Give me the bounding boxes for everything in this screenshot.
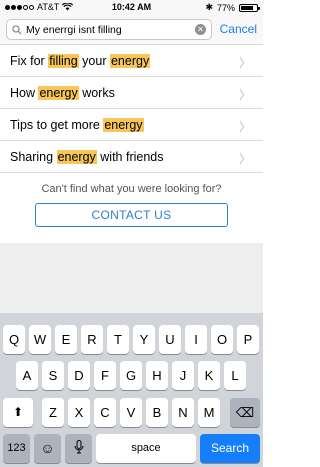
key-g[interactable]: G xyxy=(120,361,142,390)
clear-icon[interactable]: ✕ xyxy=(195,24,206,35)
chevron-right-icon: 〉 xyxy=(238,152,251,166)
shift-key[interactable]: ⬆ xyxy=(3,398,33,427)
highlight: energy xyxy=(38,85,79,100)
list-item[interactable]: How energy works 〉 xyxy=(0,77,263,109)
keyboard: Q W E R T Y U I O P A S D F G H J K L ⬆ … xyxy=(0,313,263,467)
help-prompt: Can't find what you were looking for? xyxy=(41,183,222,195)
numbers-key[interactable]: 123 xyxy=(3,434,30,463)
key-z[interactable]: Z xyxy=(42,398,64,427)
key-o[interactable]: O xyxy=(211,325,233,354)
result-title: How energy works xyxy=(10,85,115,100)
highlight: energy xyxy=(103,117,144,132)
list-item[interactable]: Sharing energy with friends 〉 xyxy=(0,141,263,173)
bluetooth-icon: ✱ xyxy=(205,2,213,12)
key-v[interactable]: V xyxy=(120,398,142,427)
status-bar: AT&T 10:42 AM ✱ 77% xyxy=(0,0,263,14)
key-c[interactable]: C xyxy=(94,398,116,427)
emoji-icon[interactable]: ☺ xyxy=(34,434,61,463)
contact-us-button[interactable]: CONTACT US xyxy=(35,203,228,227)
key-y[interactable]: Y xyxy=(133,325,155,354)
key-q[interactable]: Q xyxy=(3,325,25,354)
key-b[interactable]: B xyxy=(146,398,168,427)
list-item[interactable]: Tips to get more energy 〉 xyxy=(0,109,263,141)
battery-fill xyxy=(241,5,253,10)
mic-glyph xyxy=(74,440,83,454)
results-list: Fix for filling your energy 〉 How energy… xyxy=(0,45,263,173)
highlight: filling xyxy=(48,53,79,68)
highlight: energy xyxy=(56,149,97,164)
chevron-right-icon: 〉 xyxy=(238,88,251,102)
key-s[interactable]: S xyxy=(42,361,64,390)
chevron-right-icon: 〉 xyxy=(238,56,251,70)
cancel-button[interactable]: Cancel xyxy=(220,22,257,36)
microphone-icon[interactable] xyxy=(65,434,92,463)
key-u[interactable]: U xyxy=(159,325,181,354)
key-r[interactable]: R xyxy=(81,325,103,354)
key-m[interactable]: M xyxy=(198,398,220,427)
key-h[interactable]: H xyxy=(146,361,168,390)
key-f[interactable]: F xyxy=(94,361,116,390)
result-title: Sharing energy with friends xyxy=(10,149,164,164)
key-p[interactable]: P xyxy=(237,325,259,354)
key-i[interactable]: I xyxy=(185,325,207,354)
backspace-key[interactable]: ⌫ xyxy=(230,398,260,427)
key-t[interactable]: T xyxy=(107,325,129,354)
key-n[interactable]: N xyxy=(172,398,194,427)
key-a[interactable]: A xyxy=(16,361,38,390)
search-key[interactable]: Search xyxy=(200,434,260,463)
battery-percent: 77% xyxy=(216,2,235,13)
search-bar: ✕ Cancel xyxy=(0,14,263,45)
search-icon xyxy=(12,24,22,34)
chevron-right-icon: 〉 xyxy=(238,120,251,134)
key-l[interactable]: L xyxy=(224,361,246,390)
highlight: energy xyxy=(109,53,151,68)
key-e[interactable]: E xyxy=(55,325,77,354)
result-title: Fix for filling your energy xyxy=(10,53,151,68)
list-item[interactable]: Fix for filling your energy 〉 xyxy=(0,45,263,77)
search-field[interactable]: ✕ xyxy=(6,19,212,40)
space-key[interactable]: space xyxy=(96,434,196,463)
key-j[interactable]: J xyxy=(172,361,194,390)
key-d[interactable]: D xyxy=(68,361,90,390)
key-x[interactable]: X xyxy=(68,398,90,427)
key-k[interactable]: K xyxy=(198,361,220,390)
empty-area xyxy=(0,243,263,313)
status-right: ✱ 77% xyxy=(205,2,260,13)
battery-icon xyxy=(239,3,260,12)
search-input[interactable] xyxy=(26,23,186,36)
key-w[interactable]: W xyxy=(29,325,51,354)
result-title: Tips to get more energy xyxy=(10,117,144,132)
